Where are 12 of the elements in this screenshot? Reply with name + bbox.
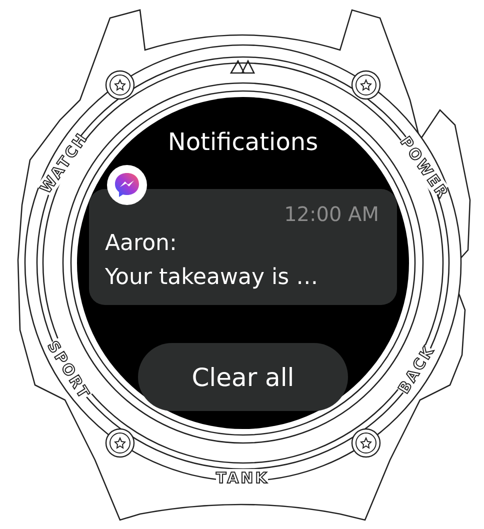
sender-name: Aaron: <box>105 230 178 258</box>
clear-all-button[interactable]: Clear all <box>138 343 348 411</box>
screw-icon <box>105 428 135 458</box>
logo-icon <box>230 60 256 74</box>
notification-card[interactable]: 12:00 AM Aaron: Your takeaway is … <box>89 189 397 305</box>
notification-time: 12:00 AM <box>283 201 379 227</box>
message-preview: Your takeaway is … <box>105 264 320 292</box>
screen-title: Notifications <box>168 127 318 157</box>
chat-app-icon <box>107 165 147 205</box>
screw-icon <box>351 428 381 458</box>
screw-icon <box>105 70 135 100</box>
screw-icon <box>351 70 381 100</box>
